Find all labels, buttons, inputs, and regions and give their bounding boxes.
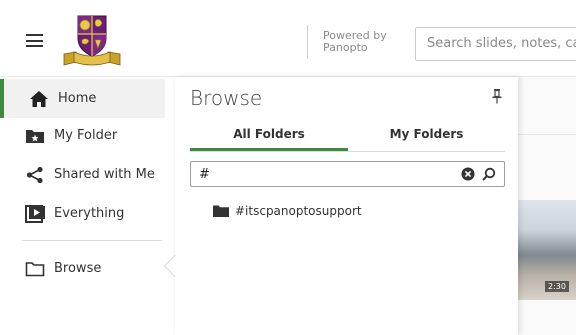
sidebar-item-label: Browse [54,261,102,276]
play-icon [25,204,45,223]
flyout-title: Browse [190,86,263,110]
sidebar-item-label: My Folder [54,128,118,143]
folder-icon [213,205,229,217]
tab-all-folders[interactable]: All Folders [190,127,348,151]
sidebar: Home My Folder Shared with Me Everything… [0,77,175,335]
app-window: Powered by Panopto Search slides, notes,… [0,0,576,335]
clear-icon[interactable] [461,167,475,181]
pin-icon[interactable] [491,88,503,104]
powered-line-2: Panopto [323,41,368,54]
folder-outline-icon [25,261,45,276]
sidebar-item-label: Shared with Me [54,167,155,182]
folder-result-item[interactable]: #itscpanoptosupport [213,201,362,221]
powered-by-panopto[interactable]: Powered by Panopto [323,30,387,54]
home-icon [30,90,48,107]
menu-icon[interactable] [26,34,43,47]
sidebar-item-everything[interactable]: Everything [0,194,165,233]
sidebar-divider [22,240,162,241]
sidebar-item-browse[interactable]: Browse [0,249,165,288]
header-divider [307,25,308,59]
thumbnail-duration: 2:30 [545,281,569,292]
folder-result-label: #itscpanoptosupport [235,204,362,218]
folder-filter-field[interactable] [190,161,505,187]
share-icon [26,166,43,183]
sidebar-item-label: Everything [54,206,125,221]
top-header: Powered by Panopto Search slides, notes,… [0,0,576,77]
sidebar-item-label: Home [58,91,97,106]
university-crest-logo[interactable] [60,10,124,68]
sidebar-item-shared-with-me[interactable]: Shared with Me [0,155,165,194]
search-placeholder: Search slides, notes, captions, and vide… [427,36,576,51]
folder-filter-input[interactable] [199,165,439,183]
global-search-input[interactable]: Search slides, notes, captions, and vide… [415,27,576,61]
tab-label: My Folders [389,127,464,141]
tab-label: All Folders [233,127,305,141]
tab-my-folders[interactable]: My Folders [348,127,505,151]
my-folder-icon [26,129,44,143]
search-icon[interactable] [482,167,496,181]
sidebar-item-my-folder[interactable]: My Folder [0,116,165,155]
tabs-divider [190,151,505,152]
sidebar-item-home[interactable]: Home [0,79,165,118]
browse-flyout: Browse All Folders My Folders # #itscpan… [175,77,518,335]
